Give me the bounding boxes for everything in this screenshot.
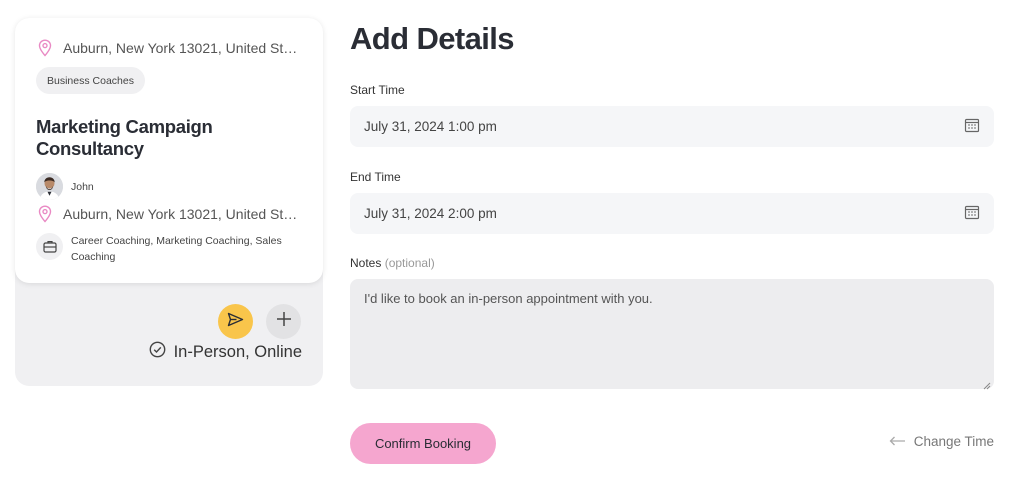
check-circle-icon — [149, 341, 166, 363]
resize-grip-icon[interactable] — [983, 378, 991, 390]
change-time-label: Change Time — [913, 434, 994, 449]
calendar-icon[interactable] — [964, 117, 980, 136]
start-time-label: Start Time — [350, 83, 405, 97]
start-time-value: July 31, 2024 1:00 pm — [364, 119, 497, 134]
provider-card: Auburn, New York 13021, United States Bu… — [15, 18, 323, 283]
location-text: Auburn, New York 13021, United States — [63, 206, 299, 222]
services-row: Career Coaching, Marketing Coaching, Sal… — [36, 233, 291, 265]
services-text: Career Coaching, Marketing Coaching, Sal… — [71, 235, 282, 263]
modes-text: In-Person, Online — [173, 342, 302, 361]
end-time-input[interactable]: July 31, 2024 2:00 pm — [350, 193, 994, 234]
calendar-icon[interactable] — [964, 204, 980, 223]
location-text: Auburn, New York 13021, United States — [63, 40, 299, 56]
notes-optional-hint: (optional) — [384, 256, 435, 270]
notes-value: I'd like to book an in-person appointmen… — [364, 291, 653, 306]
start-time-input[interactable]: July 31, 2024 1:00 pm — [350, 106, 994, 147]
notes-textarea[interactable]: I'd like to book an in-person appointmen… — [350, 279, 994, 390]
briefcase-icon — [36, 233, 63, 260]
page-title: Add Details — [350, 21, 515, 56]
session-modes: In-Person, Online — [149, 341, 302, 363]
location-row: Auburn, New York 13021, United States — [37, 39, 299, 57]
notes-label: Notes (optional) — [350, 256, 435, 270]
end-time-label: End Time — [350, 170, 401, 184]
coach-row[interactable]: John — [36, 173, 94, 200]
avatar — [36, 173, 63, 200]
send-button[interactable] — [218, 304, 253, 339]
map-pin-icon — [37, 205, 53, 223]
change-time-link[interactable]: Change Time — [889, 434, 994, 449]
category-badge[interactable]: Business Coaches — [36, 67, 145, 94]
location-row-secondary: Auburn, New York 13021, United States — [37, 205, 299, 223]
notes-label-text: Notes — [350, 256, 382, 270]
confirm-booking-button[interactable]: Confirm Booking — [350, 423, 496, 464]
coach-name: John — [71, 180, 94, 193]
map-pin-icon — [37, 39, 53, 57]
send-icon — [227, 312, 244, 332]
service-title[interactable]: Marketing Campaign Consultancy — [36, 116, 276, 160]
provider-panel: Auburn, New York 13021, United States Bu… — [15, 18, 323, 386]
add-button[interactable] — [266, 304, 301, 339]
plus-icon — [276, 311, 292, 332]
end-time-value: July 31, 2024 2:00 pm — [364, 206, 497, 221]
arrow-left-icon — [889, 434, 906, 449]
